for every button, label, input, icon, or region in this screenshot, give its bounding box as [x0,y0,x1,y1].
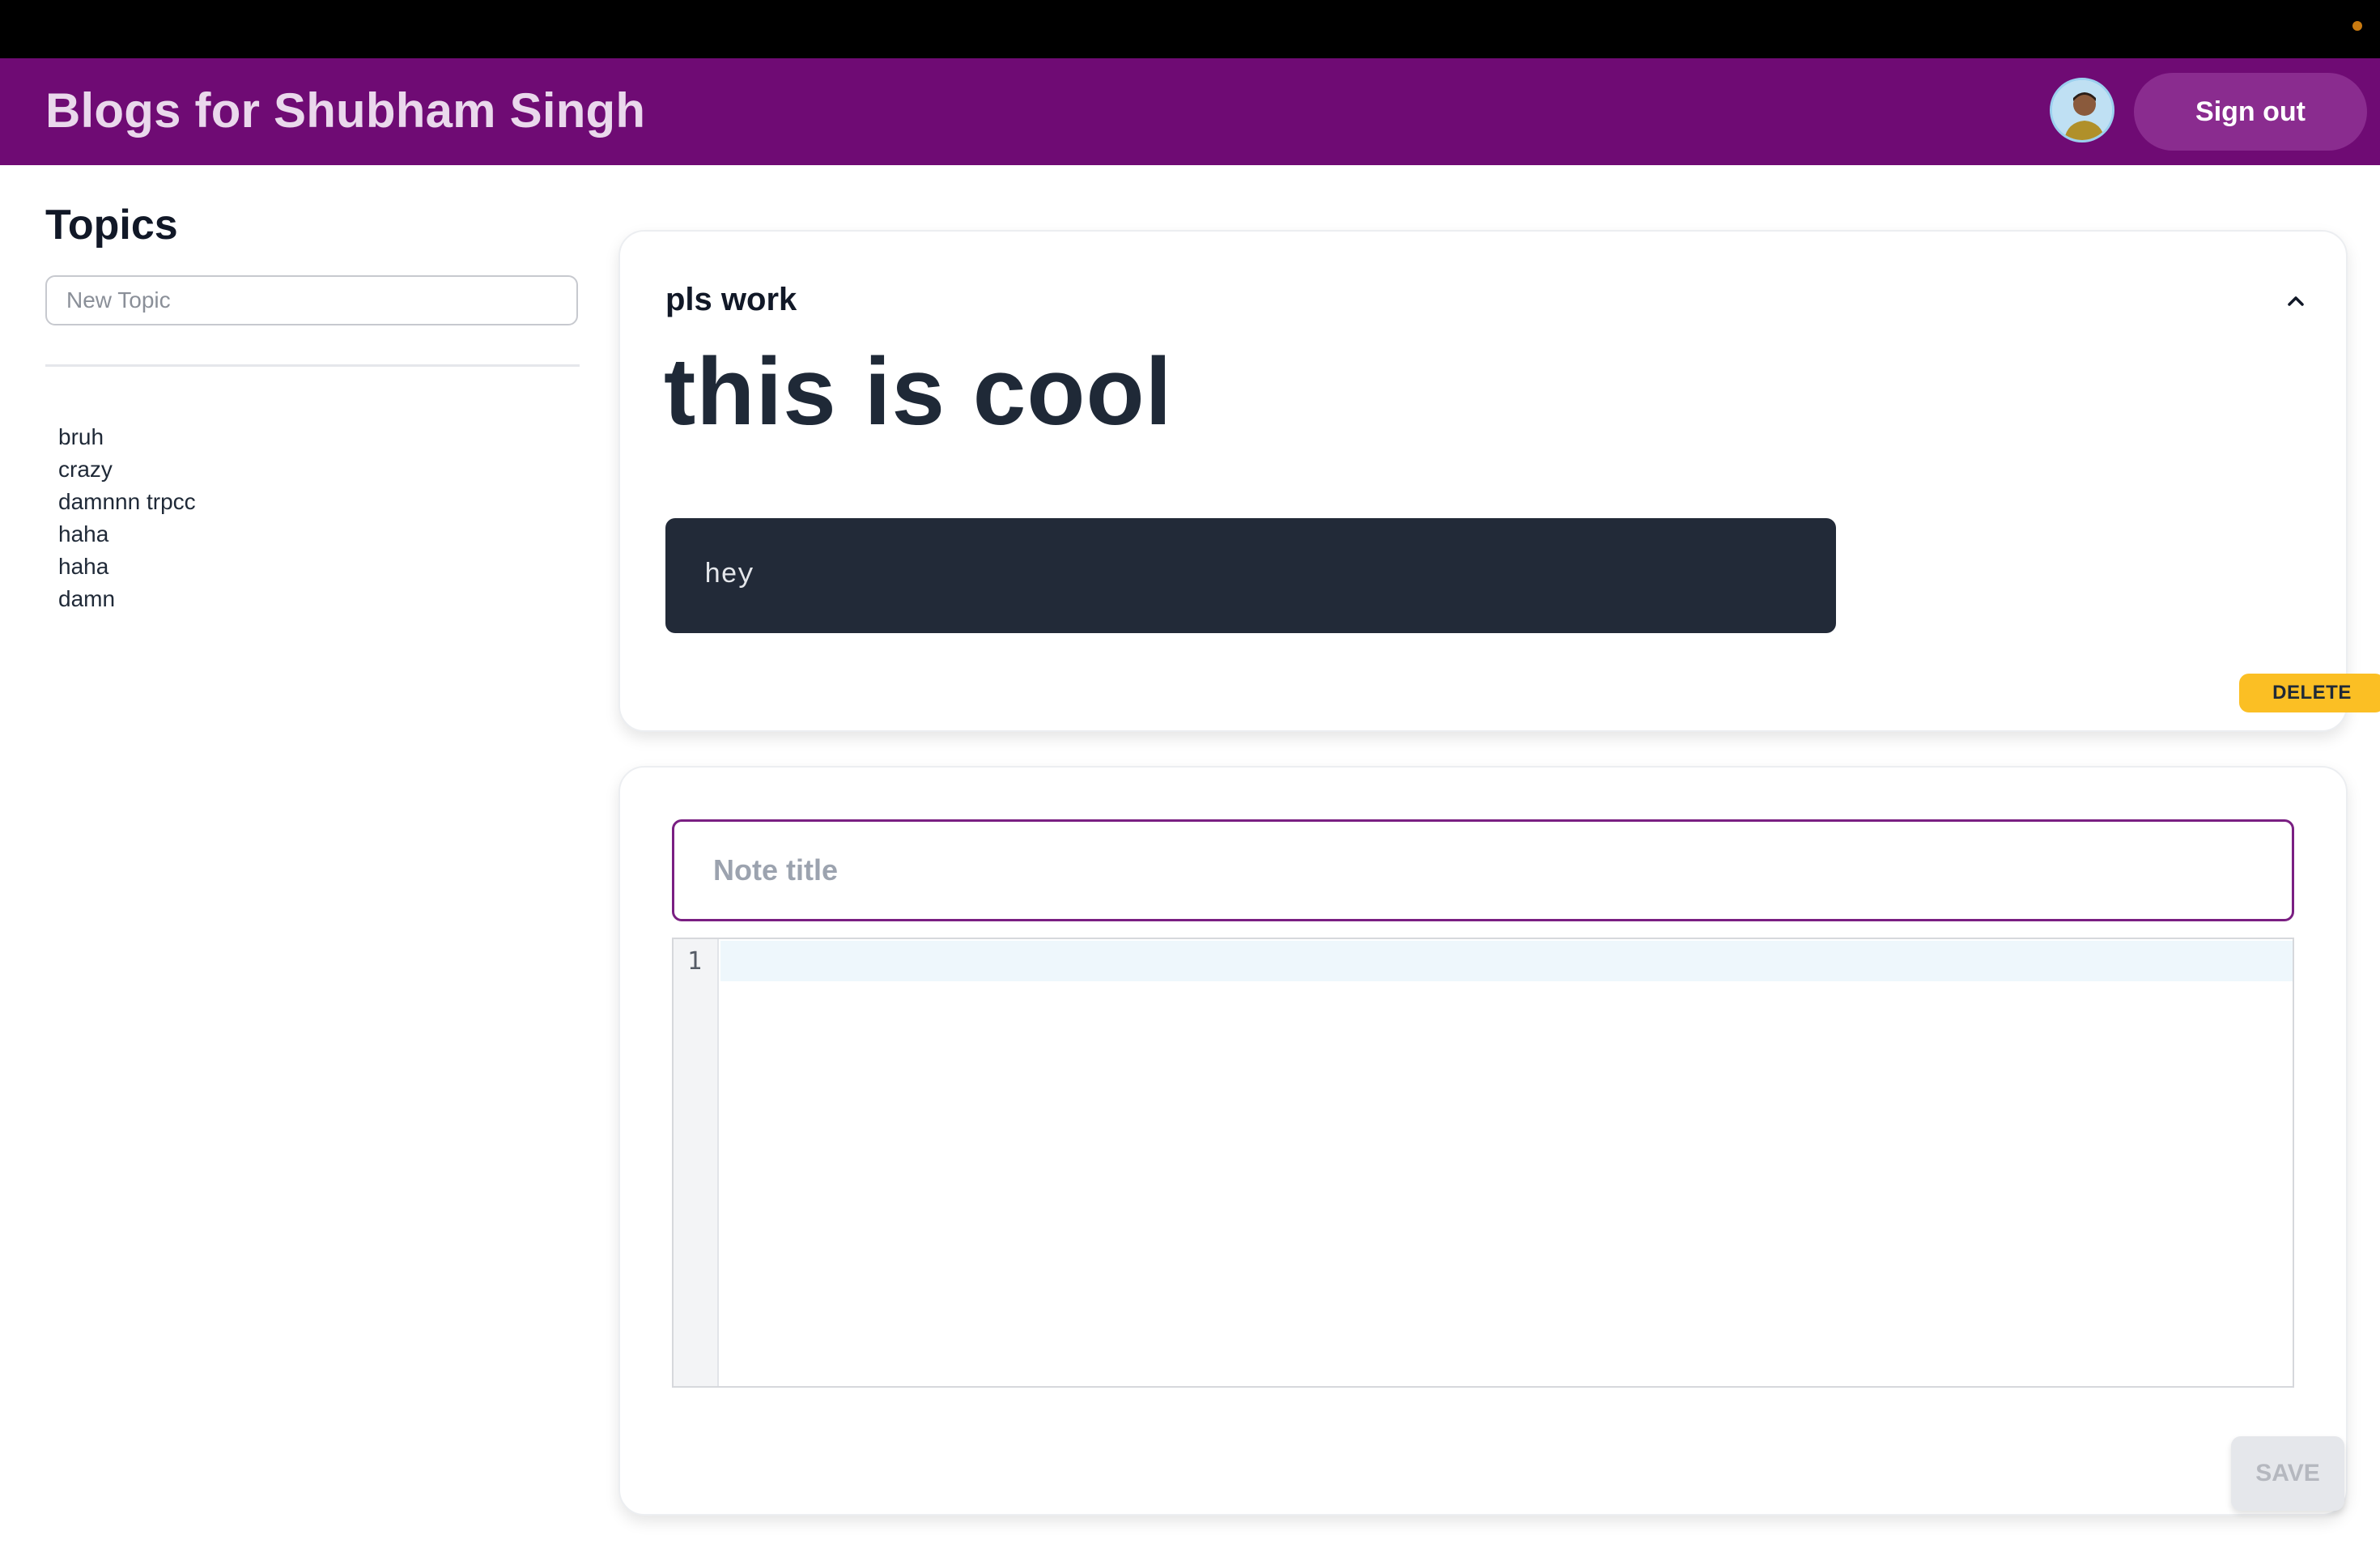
note-code-text: hey [704,560,754,591]
brand-title: Blogs for Shubham Singh [45,83,646,138]
note-title: this is cool [664,338,1173,445]
app-navbar: Blogs for Shubham Singh Sign out [0,58,2380,165]
topic-item[interactable]: damn [58,583,196,615]
chevron-up-icon-svg [2288,296,2304,306]
new-topic-input[interactable] [45,275,578,325]
topic-item[interactable]: damnnn trpcc [58,486,196,518]
note-card: pls work this is cool hey DELETE [618,230,2380,732]
sign-out-button[interactable]: Sign out [2134,73,2367,151]
avatar-image [2052,80,2112,140]
save-button[interactable]: SAVE [2231,1436,2344,1511]
code-editor[interactable]: 1 [672,938,2294,1388]
active-line-highlight[interactable] [720,941,2293,981]
topics-heading: Topics [45,202,178,249]
topic-item[interactable]: crazy [58,453,196,486]
topic-item[interactable]: haha [58,551,196,583]
delete-note-button[interactable]: DELETE [2239,674,2380,712]
note-title-input[interactable] [672,819,2294,921]
note-code-block: hey [665,518,1836,633]
note-topic-label: pls work [665,282,797,317]
line-number-gutter: 1 [674,939,719,1386]
sidebar-divider [45,364,580,367]
user-avatar-icon[interactable] [2050,78,2114,142]
chevron-up-icon[interactable] [2281,287,2310,316]
topic-list: bruh crazy damnnn trpcc haha haha damn [58,421,196,615]
topic-item[interactable]: haha [58,518,196,551]
topic-item[interactable]: bruh [58,421,196,453]
note-editor-card: 1 SAVE [618,766,2348,1516]
line-number: 1 [686,947,703,976]
recording-indicator-icon [2352,21,2362,31]
window-top-bar [0,0,2380,58]
